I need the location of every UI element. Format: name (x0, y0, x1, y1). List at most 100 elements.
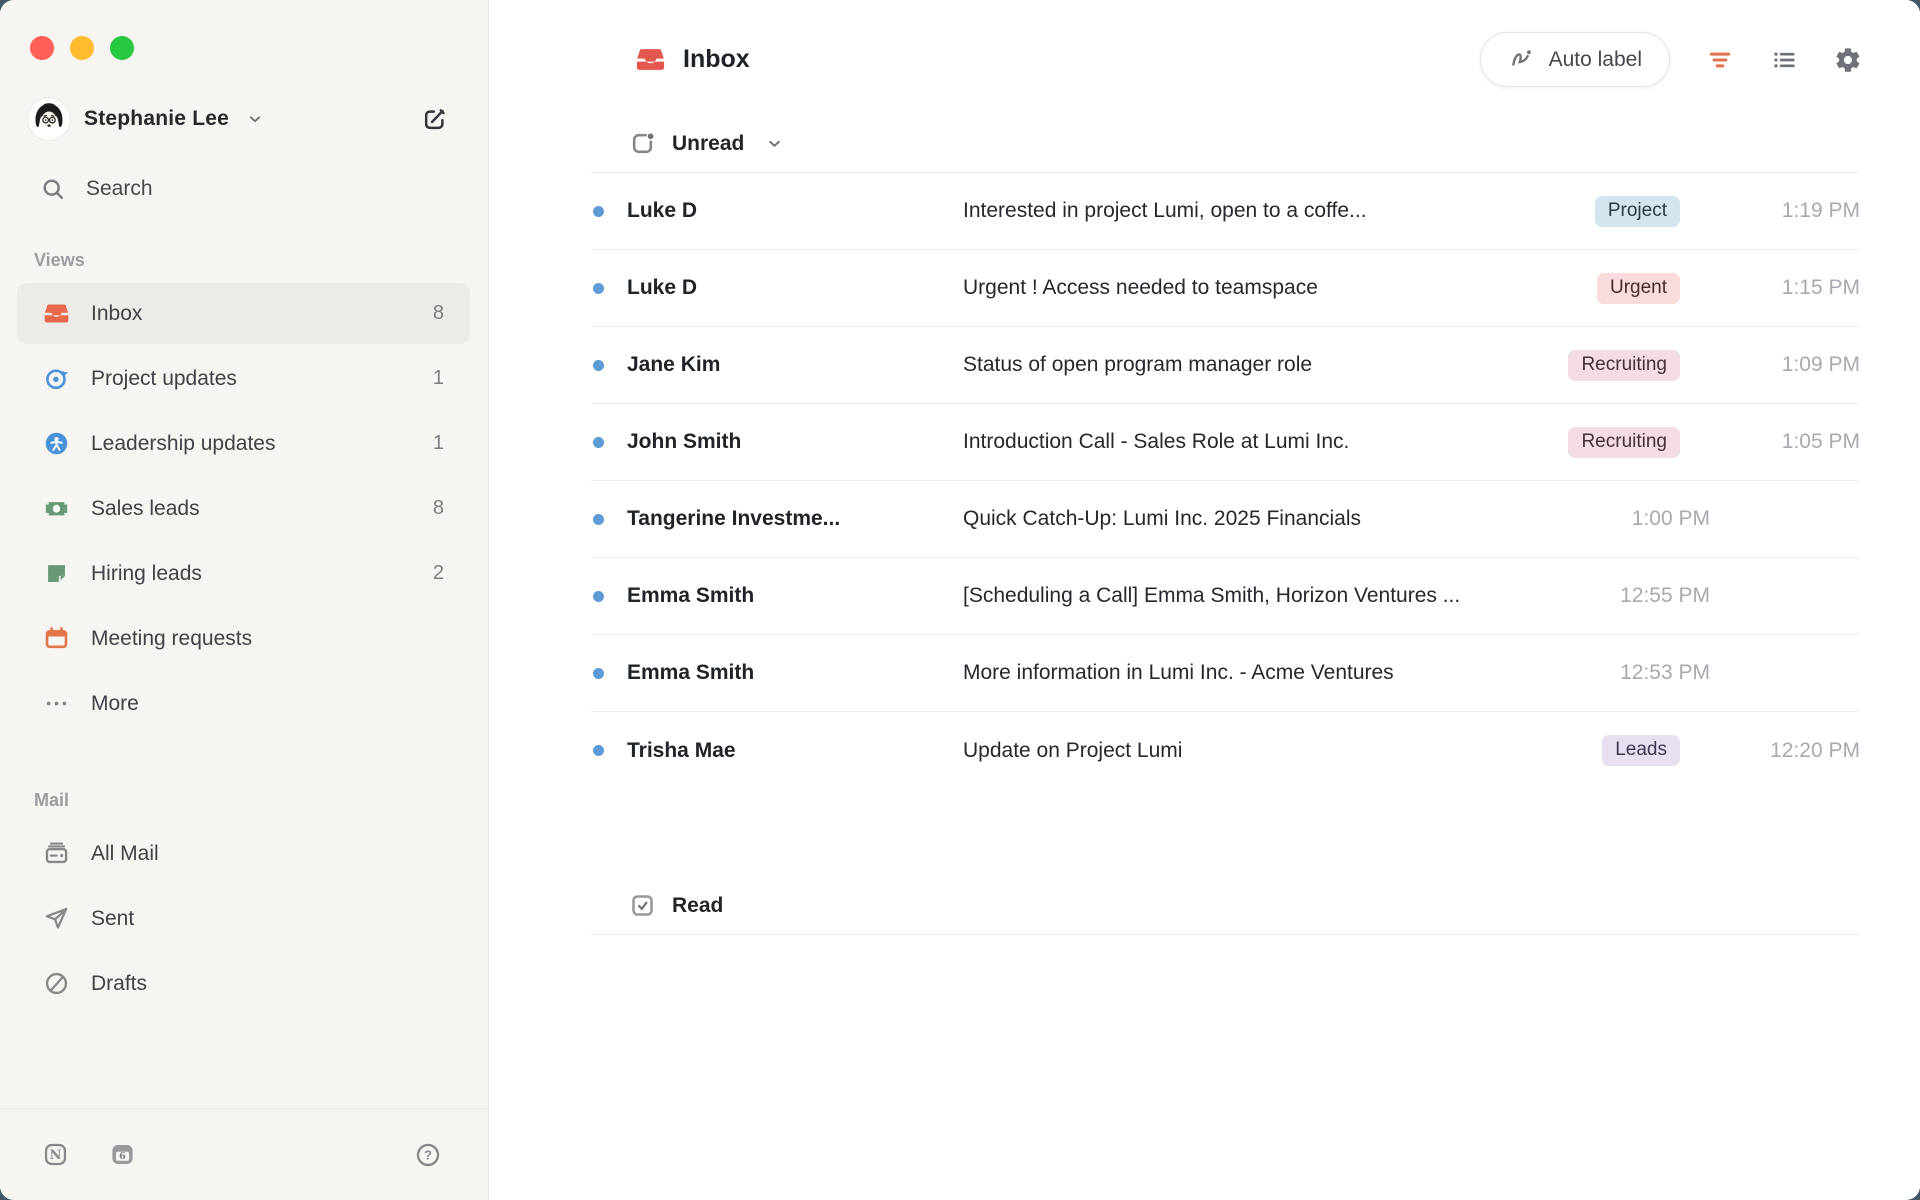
email-time: 1:15 PM (1710, 276, 1860, 300)
app-window: Stephanie Lee Search Views Inbox 8 (0, 0, 1920, 1200)
search-button[interactable]: Search (40, 176, 458, 202)
email-row-tangerine-investme[interactable]: Tangerine Investme... Quick Catch-Up: Lu… (591, 481, 1860, 558)
unread-dot-icon (593, 283, 604, 294)
views-nav: Inbox 8 Project updates 1 Leadership upd… (0, 283, 488, 738)
filter-icon (1706, 46, 1734, 74)
unread-count: 1 (433, 367, 444, 390)
sidebar: Stephanie Lee Search Views Inbox 8 (0, 0, 489, 1200)
email-row-recruiting[interactable]: Jane Kim Status of open program manager … (591, 327, 1860, 404)
unread-group-header[interactable]: Unread (591, 115, 1860, 173)
email-row-recruiting[interactable]: John Smith Introduction Call - Sales Rol… (591, 404, 1860, 481)
sidebar-item-sales-leads[interactable]: Sales leads 8 (17, 478, 470, 539)
sidebar-item-project-updates[interactable]: Project updates 1 (17, 348, 470, 409)
unread-dot-icon (593, 206, 604, 217)
mail-nav: All Mail Sent Drafts (0, 823, 488, 1018)
search-icon (40, 176, 66, 202)
email-row-emma-smith[interactable]: Emma Smith More information in Lumi Inc.… (591, 635, 1860, 712)
help-button[interactable]: ? (414, 1141, 442, 1169)
unread-dot-icon (593, 591, 604, 602)
email-subject: Update on Project Lumi (963, 739, 1602, 763)
sidebar-item-all-mail[interactable]: All Mail (17, 823, 470, 884)
email-sender: Luke D (627, 199, 963, 223)
search-label: Search (86, 177, 153, 201)
notion-app-icon[interactable]: N (42, 1141, 69, 1168)
email-subject: More information in Lumi Inc. - Acme Ven… (963, 661, 1620, 685)
email-label-badge[interactable]: Recruiting (1568, 427, 1680, 458)
email-row-emma-smith[interactable]: Emma Smith [Scheduling a Call] Emma Smit… (591, 558, 1860, 635)
email-list: Unread Luke D Interested in project Lumi… (591, 115, 1860, 935)
email-sender: John Smith (627, 430, 963, 454)
calendar-app-icon[interactable]: 6 (109, 1141, 136, 1168)
email-time: 1:00 PM (1632, 507, 1710, 531)
unread-icon (629, 130, 656, 157)
email-label-badge[interactable]: Urgent (1597, 273, 1680, 304)
email-subject: Introduction Call - Sales Role at Lumi I… (963, 430, 1568, 454)
email-row-leads[interactable]: Trisha Mae Update on Project Lumi Leads … (591, 712, 1860, 789)
list-icon (1770, 46, 1798, 74)
sidebar-item-sent[interactable]: Sent (17, 888, 470, 949)
auto-label-icon (1508, 46, 1535, 73)
money-icon (42, 495, 70, 523)
email-label-badge[interactable]: Project (1595, 196, 1680, 227)
auto-label-button[interactable]: Auto label (1480, 32, 1670, 87)
email-sender: Jane Kim (627, 353, 963, 377)
filter-button[interactable] (1706, 46, 1734, 74)
target-icon (42, 365, 70, 393)
email-sender: Emma Smith (627, 661, 963, 685)
email-subject: [Scheduling a Call] Emma Smith, Horizon … (963, 584, 1620, 608)
email-row-urgent[interactable]: Luke D Urgent ! Access needed to teamspa… (591, 250, 1860, 327)
unread-count: 8 (433, 497, 444, 520)
note-icon (42, 560, 70, 588)
email-subject: Interested in project Lumi, open to a co… (963, 199, 1595, 223)
auto-label-text: Auto label (1549, 48, 1642, 72)
close-button[interactable] (30, 36, 54, 60)
email-time: 12:20 PM (1710, 739, 1860, 763)
unread-dot-icon (593, 514, 604, 525)
window-controls (0, 0, 488, 60)
all-mail-icon (42, 840, 70, 868)
profile-menu[interactable]: Stephanie Lee (28, 98, 448, 140)
unread-dot-icon (593, 360, 604, 371)
profile-name: Stephanie Lee (84, 107, 229, 131)
minimize-button[interactable] (70, 36, 94, 60)
zoom-button[interactable] (110, 36, 134, 60)
read-checkbox-icon[interactable] (629, 892, 656, 919)
svg-text:?: ? (424, 1147, 432, 1162)
inbox-icon (635, 44, 666, 75)
sidebar-item-inbox[interactable]: Inbox 8 (17, 283, 470, 344)
sidebar-item-hiring-leads[interactable]: Hiring leads 2 (17, 543, 470, 604)
unread-count: 8 (433, 302, 444, 325)
sidebar-item-more[interactable]: More (17, 673, 470, 734)
email-label-badge[interactable]: Leads (1602, 735, 1680, 766)
unread-dot-icon (593, 668, 604, 679)
drafts-icon (42, 970, 70, 998)
email-label-badge[interactable]: Recruiting (1568, 350, 1680, 381)
calendar-icon (42, 625, 70, 653)
svg-text:6: 6 (119, 1151, 126, 1162)
email-row-project[interactable]: Luke D Interested in project Lumi, open … (591, 173, 1860, 250)
mail-section-label: Mail (34, 790, 488, 811)
unread-dot-icon (593, 745, 604, 756)
email-time: 12:55 PM (1620, 584, 1710, 608)
title-group: Inbox (635, 44, 750, 75)
leadership-icon (42, 430, 70, 458)
sent-icon (42, 905, 70, 933)
chevron-down-icon[interactable] (764, 133, 785, 154)
compose-button[interactable] (421, 106, 448, 133)
chevron-down-icon (245, 109, 265, 129)
main-panel: Inbox Auto label (489, 0, 1920, 1200)
settings-button[interactable] (1834, 46, 1862, 74)
unread-group-label: Unread (672, 132, 744, 156)
email-time: 12:53 PM (1620, 661, 1710, 685)
list-view-button[interactable] (1770, 46, 1798, 74)
avatar (28, 98, 70, 140)
sidebar-item-meeting-requests[interactable]: Meeting requests (17, 608, 470, 669)
sidebar-item-leadership-updates[interactable]: Leadership updates 1 (17, 413, 470, 474)
email-sender: Trisha Mae (627, 739, 963, 763)
email-sender: Luke D (627, 276, 963, 300)
sidebar-item-drafts[interactable]: Drafts (17, 953, 470, 1014)
read-group-header[interactable]: Read (591, 877, 1860, 935)
read-group-label: Read (672, 894, 723, 918)
unread-rows: Luke D Interested in project Lumi, open … (591, 173, 1860, 789)
unread-count: 2 (433, 562, 444, 585)
